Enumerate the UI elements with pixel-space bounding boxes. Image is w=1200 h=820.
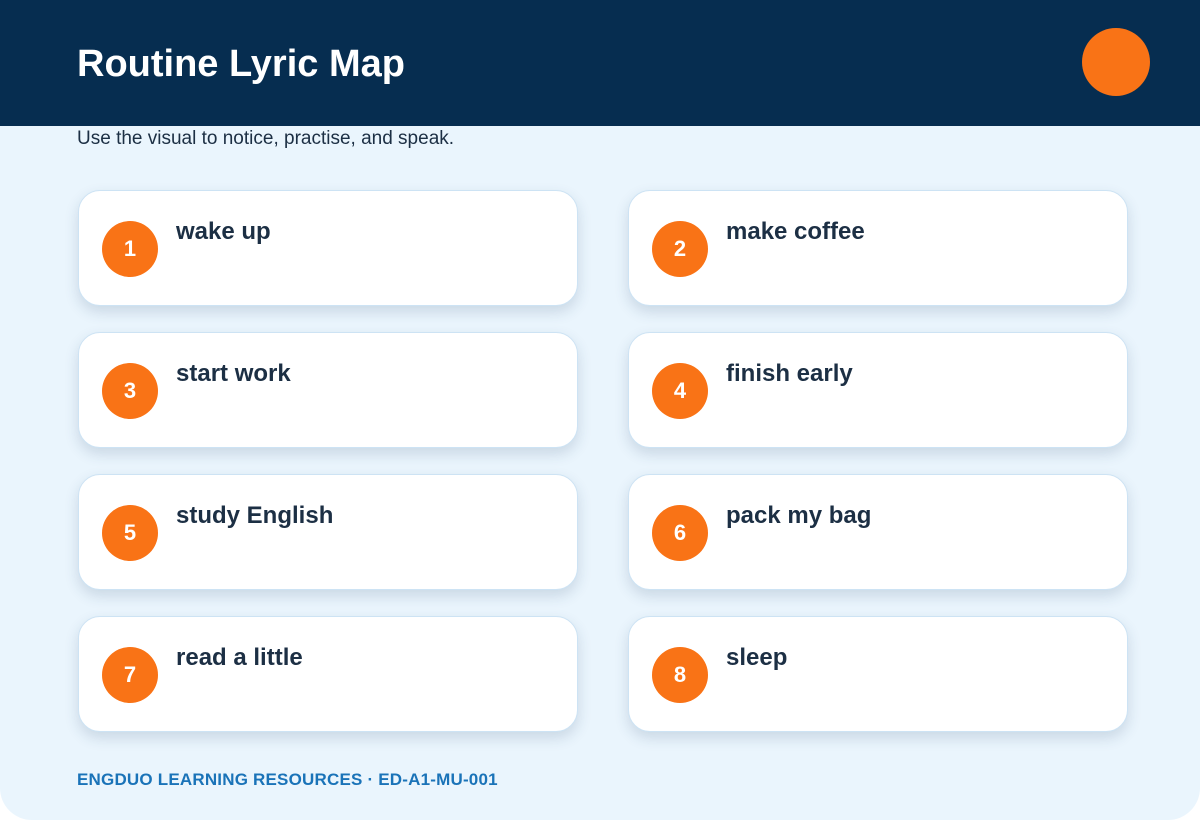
routine-card: 7 read a little [78,616,578,732]
step-number-badge: 3 [102,363,158,419]
routine-card-grid: 1 wake up 2 make coffee 3 start work 4 finish e… [78,190,1128,732]
routine-card: 8 sleep [628,616,1128,732]
step-number-badge: 4 [652,363,708,419]
routine-phrase: read a little [176,644,303,671]
step-number-badge: 2 [652,221,708,277]
header-banner: Routine Lyric Map [0,0,1200,126]
routine-card: 3 start work [78,332,578,448]
routine-card: 4 finish early [628,332,1128,448]
routine-phrase: pack my bag [726,502,872,529]
routine-phrase: sleep [726,644,788,671]
routine-card: 1 wake up [78,190,578,306]
routine-card: 5 study English [78,474,578,590]
routine-phrase: study English [176,502,334,529]
footer-credit: ENGDUO LEARNING RESOURCES · ED-A1-MU-001 [77,770,498,789]
routine-phrase: wake up [176,218,271,245]
routine-card: 2 make coffee [628,190,1128,306]
step-number-badge: 7 [102,647,158,703]
routine-card: 6 pack my bag [628,474,1128,590]
page-subtitle: Use the visual to notice, practise, and … [77,128,455,149]
orange-circle-icon [1082,28,1150,96]
worksheet-page: Routine Lyric Map Use the visual to noti… [0,0,1200,820]
step-number-badge: 6 [652,505,708,561]
page-title: Routine Lyric Map [77,43,405,85]
step-number-badge: 5 [102,505,158,561]
step-number-badge: 8 [652,647,708,703]
step-number-badge: 1 [102,221,158,277]
routine-phrase: make coffee [726,218,865,245]
routine-phrase: finish early [726,360,853,387]
routine-phrase: start work [176,360,291,387]
